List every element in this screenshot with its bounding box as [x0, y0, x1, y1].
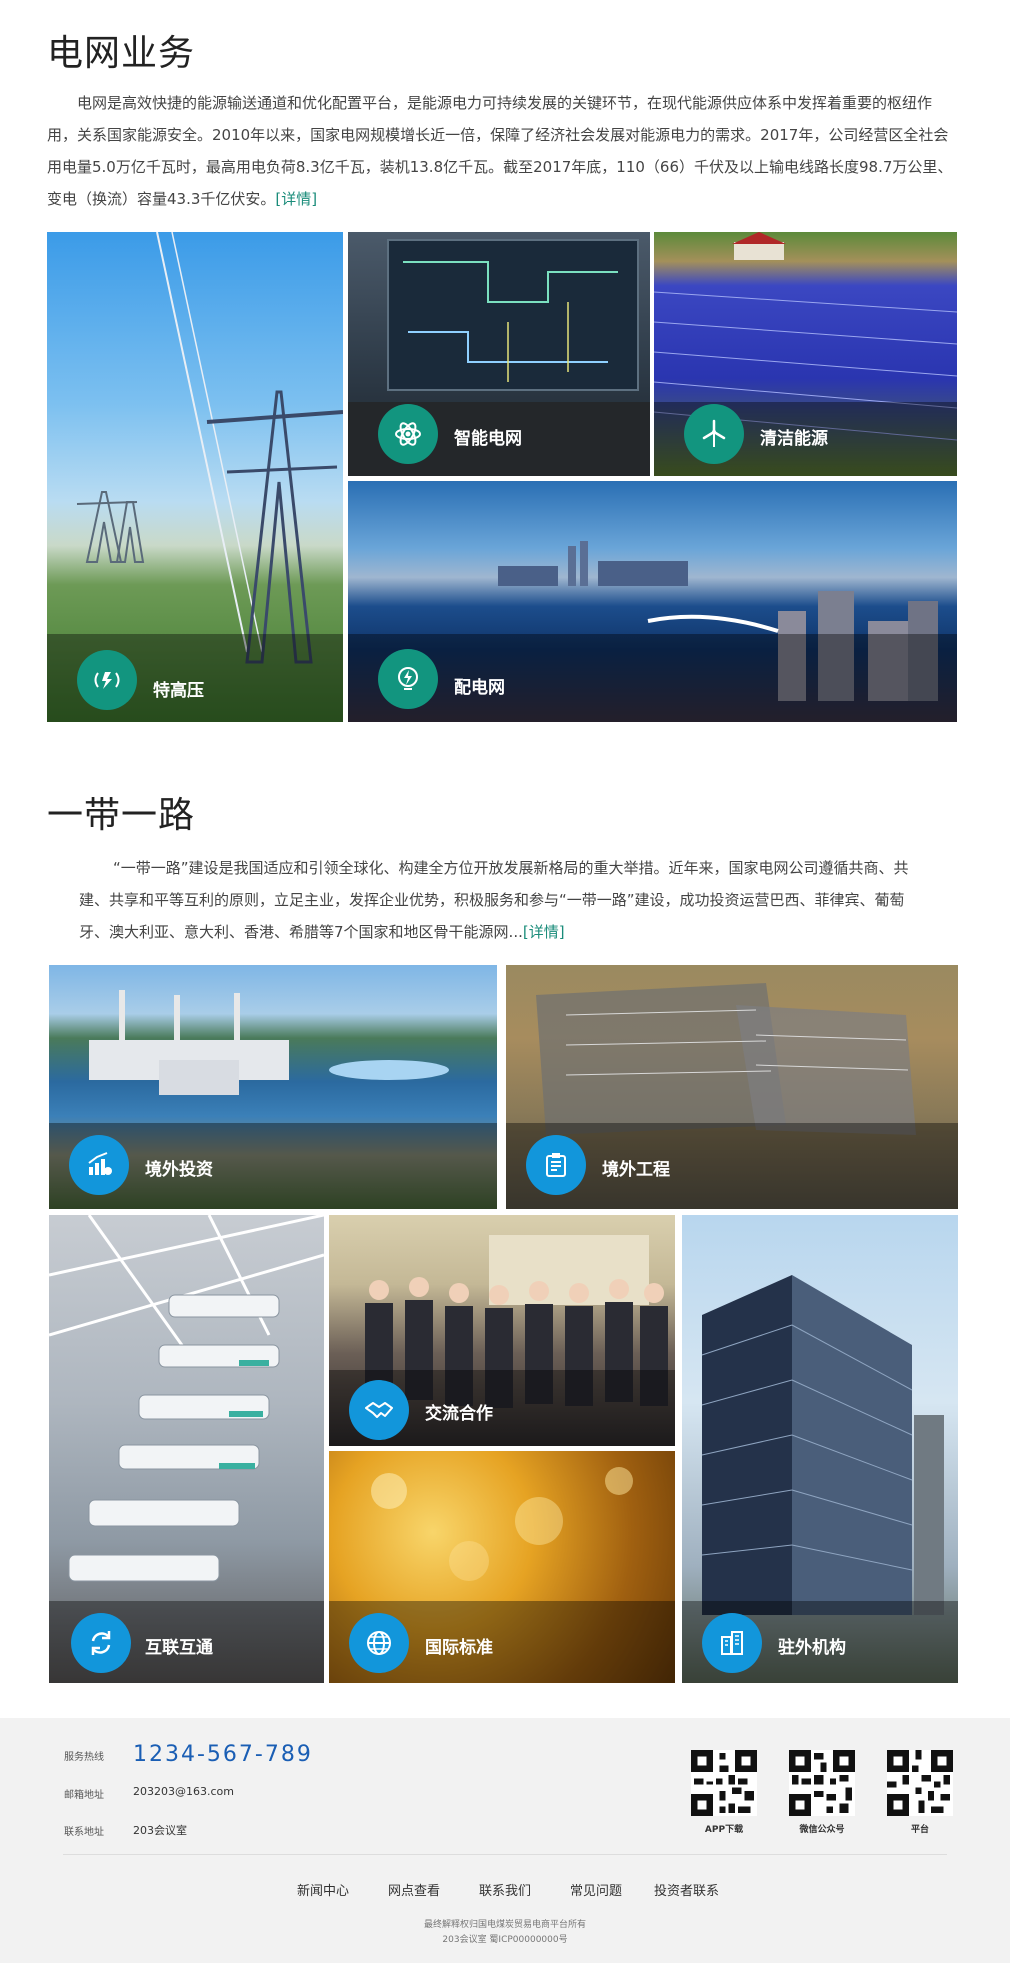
tile-intl-standard[interactable]: 国际标准: [329, 1451, 675, 1683]
sync-icon: [71, 1613, 131, 1673]
tile-interconnect[interactable]: 互联互通: [49, 1215, 324, 1683]
tile-overseas-project[interactable]: 境外工程: [506, 965, 958, 1209]
footer-nav-outlets[interactable]: 网点查看: [388, 1880, 440, 1899]
tile-interconnect-label: 互联互通: [145, 1638, 213, 1658]
atom-icon: [378, 404, 438, 464]
tile-smart-grid-label: 智能电网: [454, 429, 522, 449]
footer-divider: [63, 1854, 947, 1855]
signal-waves-icon: [77, 650, 137, 710]
globe-icon: [349, 1613, 409, 1673]
tile-investment-label: 境外投资: [145, 1160, 213, 1180]
footer-nav-investor[interactable]: 投资者联系: [654, 1880, 719, 1899]
qr-caption-app: APP下载: [704, 1825, 744, 1835]
footer-nav-contact[interactable]: 联系我们: [479, 1880, 531, 1899]
chart-growth-icon: [69, 1135, 129, 1195]
grid-section-title: 电网业务: [47, 33, 196, 74]
belt-detail-link[interactable]: [详情]: [523, 923, 565, 941]
footer-nav-news[interactable]: 新闻中心: [297, 1880, 349, 1899]
lightning-bulb-icon: [378, 649, 438, 709]
qr-caption-platform: 平台: [910, 1825, 929, 1835]
distribution-overlay-bar: [348, 634, 957, 722]
tile-standard-label: 国际标准: [425, 1638, 493, 1658]
grid-intro: 电网是高效快捷的能源输送通道和优化配置平台，是能源电力可持续发展的关键环节，在现…: [47, 87, 957, 215]
qr-caption-wechat: 微信公众号: [799, 1825, 845, 1835]
email-label: 邮箱地址: [64, 1790, 104, 1801]
copyright-line-2: 203会议室 蜀ICP00000000号: [442, 1935, 568, 1945]
platform-qr-icon[interactable]: [887, 1750, 953, 1816]
grid-detail-link[interactable]: [详情]: [275, 190, 317, 208]
tile-clean-energy[interactable]: 清洁能源: [654, 232, 957, 476]
wechat-qr-icon[interactable]: [789, 1750, 855, 1816]
blueprint-icon: [526, 1135, 586, 1195]
hotline-number[interactable]: 1234-567-789: [133, 1742, 313, 1767]
app-download-qr-icon[interactable]: [691, 1750, 757, 1816]
tile-distribution-label: 配电网: [454, 678, 505, 698]
footer-nav-faq[interactable]: 常见问题: [570, 1880, 622, 1899]
belt-section-title: 一带一路: [47, 795, 196, 836]
hotline-label: 服务热线: [64, 1752, 104, 1763]
tile-uhv-label: 特高压: [153, 681, 204, 701]
tile-overseas-investment[interactable]: 境外投资: [49, 965, 497, 1209]
tile-office-label: 驻外机构: [778, 1638, 846, 1658]
email-value[interactable]: 203203@163.com: [133, 1785, 234, 1798]
tile-smart-grid[interactable]: 智能电网: [348, 232, 650, 476]
tile-overseas-office[interactable]: 驻外机构: [682, 1215, 958, 1683]
buildings-icon: [702, 1613, 762, 1673]
tile-distribution-grid[interactable]: 配电网: [348, 481, 957, 722]
tile-exchange-label: 交流合作: [425, 1404, 493, 1424]
tile-clean-energy-label: 清洁能源: [760, 429, 828, 449]
copyright-line-1: 最终解释权归国电煤炭贸易电商平台所有: [423, 1920, 586, 1930]
address-value: 203会议室: [133, 1824, 187, 1837]
tile-uhv[interactable]: 特高压: [47, 232, 343, 722]
belt-intro-text: “一带一路”建设是我国适应和引领全球化、构建全方位开放发展新格局的重大举措。近年…: [79, 859, 909, 941]
grid-intro-text: 电网是高效快捷的能源输送通道和优化配置平台，是能源电力可持续发展的关键环节，在现…: [47, 94, 953, 208]
tile-exchange[interactable]: 交流合作: [329, 1215, 675, 1446]
belt-intro: “一带一路”建设是我国适应和引领全球化、构建全方位开放发展新格局的重大举措。近年…: [79, 852, 931, 948]
site-footer: 服务热线 1234-567-789 邮箱地址 203203@163.com 联系…: [0, 1718, 1010, 1963]
wind-turbine-icon: [684, 404, 744, 464]
handshake-icon: [349, 1380, 409, 1440]
address-label: 联系地址: [64, 1827, 104, 1838]
tile-project-label: 境外工程: [602, 1160, 670, 1180]
